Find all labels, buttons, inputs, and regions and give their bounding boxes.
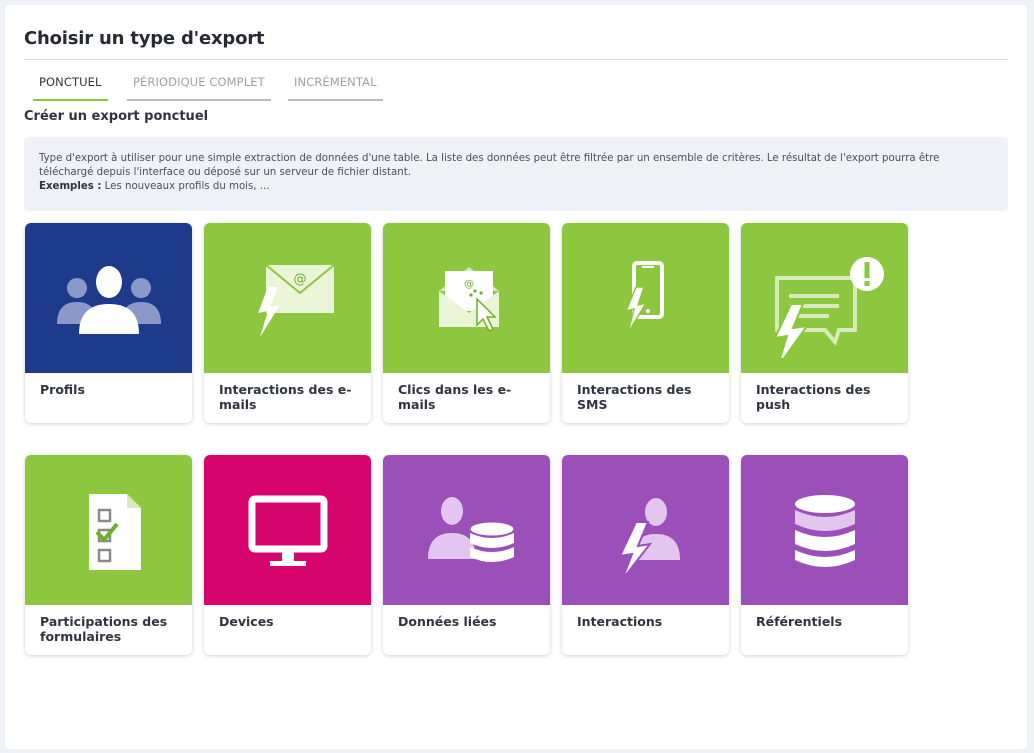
user-lightning-icon — [617, 498, 680, 580]
card-tile — [25, 223, 192, 373]
monitor-icon — [248, 495, 327, 566]
card-tile: @ — [383, 223, 550, 373]
export-type-panel: Choisir un type d'export PONCTUEL PÉRIOD… — [5, 5, 1027, 749]
svg-text:@: @ — [464, 279, 474, 290]
svg-text:@: @ — [293, 272, 306, 287]
page-title: Choisir un type d'export — [24, 28, 265, 49]
tab-ponctuel[interactable]: PONCTUEL — [33, 75, 108, 101]
card-label: Interactions des push — [756, 382, 871, 412]
card-interactions-push[interactable]: Interactions des push — [741, 223, 908, 423]
tab-incremental[interactable]: INCRÉMENTAL — [288, 75, 383, 101]
card-tile — [383, 455, 550, 605]
card-tile — [25, 455, 192, 605]
card-tile — [562, 455, 729, 605]
section-subtitle: Créer un export ponctuel — [24, 109, 209, 124]
users-icon — [56, 266, 161, 334]
card-donnees-liees[interactable]: Données liées — [383, 455, 550, 655]
card-referentiels[interactable]: Référentiels — [741, 455, 908, 655]
email-click-icon: @ — [438, 267, 499, 333]
card-profils[interactable]: Profils — [25, 223, 192, 423]
info-examples-label: Exemples : — [39, 181, 102, 192]
email-interaction-icon: @ — [257, 264, 335, 337]
card-interactions-sms[interactable]: Interactions des SMS — [562, 223, 729, 423]
card-tile — [562, 223, 729, 373]
card-interactions-emails[interactable]: @ Interactions des e-mails — [204, 223, 371, 423]
card-label: Profils — [40, 382, 85, 397]
card-tile — [204, 455, 371, 605]
database-icon — [794, 495, 855, 567]
card-label: Interactions des e-mails — [219, 382, 352, 412]
card-tile — [741, 455, 908, 605]
card-label: Référentiels — [756, 614, 843, 629]
form-checklist-icon — [88, 494, 141, 570]
user-database-icon — [427, 497, 514, 562]
info-examples-text: Les nouveaux profils du mois, ... — [101, 181, 270, 192]
card-tile: @ — [204, 223, 371, 373]
info-box: Type d'export à utiliser pour une simple… — [24, 137, 1008, 211]
card-label: Devices — [219, 614, 274, 629]
card-tile — [741, 223, 908, 373]
card-label: Données liées — [398, 614, 497, 629]
card-interactions[interactable]: Interactions — [562, 455, 729, 655]
card-clics-emails[interactable]: @ Clics dans les e-mails — [383, 223, 550, 423]
info-description: Type d'export à utiliser pour une simple… — [39, 153, 940, 178]
sms-interaction-icon — [624, 261, 664, 334]
push-interaction-icon — [772, 257, 884, 358]
card-participations-formulaires[interactable]: Participations des formulaires — [25, 455, 192, 655]
card-label: Interactions — [577, 614, 663, 629]
card-label: Participations des formulaires — [40, 614, 168, 644]
tab-periodique-complet[interactable]: PÉRIODIQUE COMPLET — [127, 75, 271, 101]
card-label: Clics dans les e-mails — [398, 382, 512, 412]
card-devices[interactable]: Devices — [204, 455, 371, 655]
card-label: Interactions des SMS — [577, 382, 692, 412]
title-divider — [24, 59, 1008, 60]
